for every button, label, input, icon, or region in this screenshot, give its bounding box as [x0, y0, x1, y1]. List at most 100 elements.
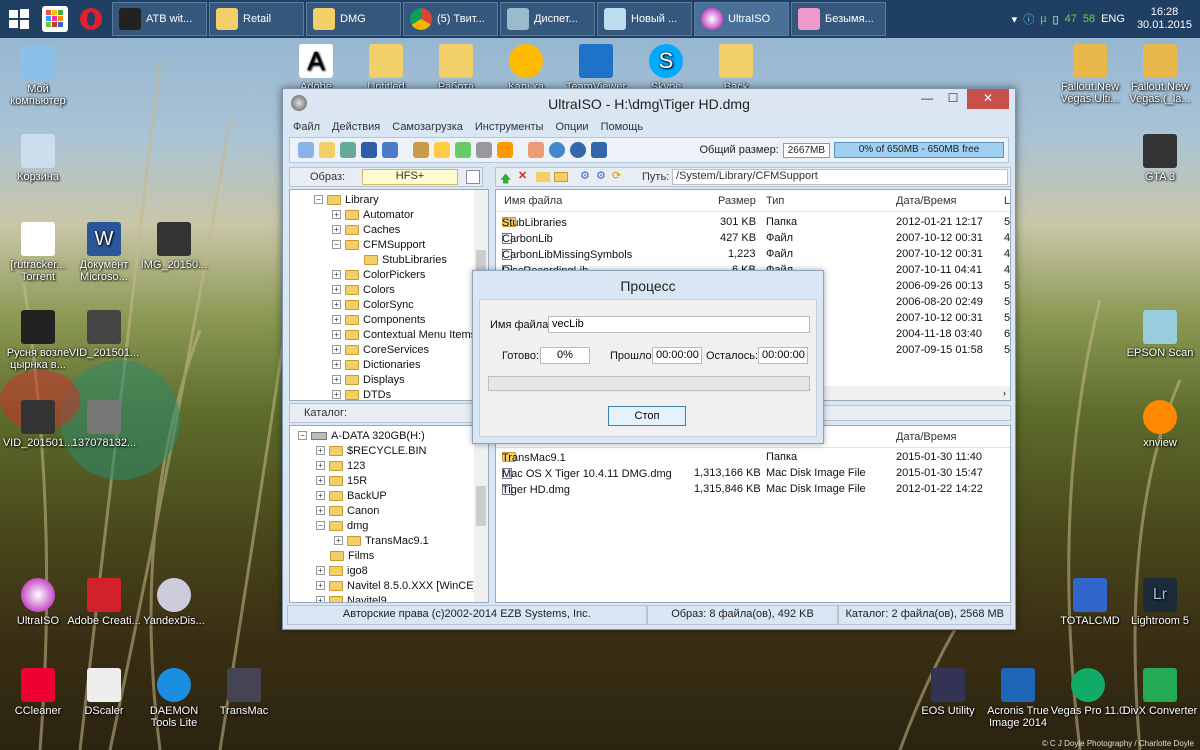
tree-item[interactable]: − dmg	[316, 518, 368, 533]
rename-icon[interactable]	[554, 172, 568, 182]
desktop-icon-recycle-bin[interactable]: Корзина	[0, 134, 76, 183]
tree-item[interactable]: + Canon	[316, 503, 379, 518]
taskbar-task-paint[interactable]: Безымя...	[791, 2, 886, 36]
menu-actions[interactable]: Действия	[332, 121, 380, 133]
tree-item[interactable]: StubLibraries	[364, 252, 447, 267]
tree-item[interactable]: + TransMac9.1	[334, 533, 429, 548]
language-indicator[interactable]: ENG	[1101, 13, 1125, 25]
tree-item[interactable]: + ColorSync	[332, 297, 414, 312]
tray-chevron-icon[interactable]: ▾	[1012, 13, 1018, 26]
desktop-icon-acronis[interactable]: Acronis True Image 2014	[980, 668, 1056, 729]
tree-item[interactable]: + Navitel9	[316, 593, 387, 602]
desktop-icon-torrent[interactable]: [rutracker... Torrent	[0, 222, 76, 283]
utorrent-icon[interactable]: µ	[1040, 13, 1046, 25]
desktop-icon-my-computer[interactable]: Мой компьютер	[0, 46, 76, 107]
virtual-drive-icon[interactable]	[497, 142, 513, 158]
desktop-icon-fallout-2[interactable]: Fallout.New Vegas.(_la...	[1122, 44, 1198, 105]
desktop-icon-totalcmd[interactable]: TOTALCMD	[1052, 578, 1128, 627]
tree-item[interactable]: +123	[316, 458, 365, 473]
file-row-selected[interactable]: Tiger HD.dmg 1,315,846 KB Mac Disk Image F…	[496, 482, 1010, 498]
close-button[interactable]: ✕	[967, 89, 1009, 109]
title-bar[interactable]: UltraISO - H:\dmg\Tiger HD.dmg — ☐ ✕	[283, 89, 1015, 117]
desktop-icon-ccleaner[interactable]: CCleaner	[0, 668, 76, 717]
desktop-icon-divx[interactable]: DivX Converter	[1122, 668, 1198, 717]
tree-item[interactable]: − CFMSupport	[332, 237, 425, 252]
opera-icon[interactable]	[76, 4, 106, 34]
burn-icon[interactable]	[413, 142, 429, 158]
menu-options[interactable]: Опции	[555, 121, 588, 133]
column-date[interactable]: Дата/Время	[896, 195, 957, 207]
file-row[interactable]: StubLibraries 301 KB Папка 2012-01-21 12:17…	[496, 215, 1010, 231]
new-icon[interactable]	[298, 142, 314, 158]
convert-icon[interactable]	[476, 142, 492, 158]
taskbar-task-atb[interactable]: ATB wit...	[112, 2, 207, 36]
tree-item[interactable]: Films	[330, 548, 374, 563]
tree-item[interactable]: + Displays	[332, 372, 405, 387]
desktop-icon-video-2[interactable]: VID_201501...	[66, 310, 142, 359]
menu-bootable[interactable]: Самозагрузка	[392, 121, 463, 133]
file-row[interactable]: CarbonLib 427 KB Файл 2007-10-12 00:31 4	[496, 231, 1010, 247]
file-row[interactable]: Mac OS X Tiger 10.4.11 DMG.dmg 1,313,166 …	[496, 466, 1010, 482]
desktop-icon-vegas-pro[interactable]: Vegas Pro 11.0	[1050, 668, 1126, 717]
image-properties-icon[interactable]	[466, 170, 480, 184]
tree-item[interactable]: + Colors	[332, 282, 395, 297]
tree-item-drive[interactable]: − A-DATA 320GB(H:)	[298, 428, 425, 443]
desktop-icon-skype[interactable]: S Skype	[628, 44, 704, 93]
column-date[interactable]: Дата/Время	[896, 431, 957, 443]
delete-icon[interactable]: ✕	[518, 169, 527, 182]
start-button[interactable]	[4, 4, 34, 34]
save-as-icon[interactable]	[382, 142, 398, 158]
column-l[interactable]: L	[1004, 195, 1010, 207]
desktop-icon-video-1[interactable]: Русня возле цырнка в...	[0, 310, 76, 371]
desktop-icon-kalka[interactable]: Калька	[488, 44, 564, 93]
new-folder-icon[interactable]	[536, 172, 550, 182]
info-icon[interactable]	[549, 142, 565, 158]
help-icon[interactable]	[570, 142, 586, 158]
taskbar-task-retail[interactable]: Retail	[209, 2, 304, 36]
path-field[interactable]: /System/Library/CFMSupport	[672, 169, 1008, 185]
options-icon[interactable]	[528, 142, 544, 158]
desktop-icon-video-3[interactable]: VID_201501...	[0, 400, 76, 449]
maximize-button[interactable]: ☐	[939, 89, 967, 109]
taskbar-task-chrome[interactable]: (5) Твит...	[403, 2, 498, 36]
desktop-icon-epson-scan[interactable]: EPSON Scan	[1122, 310, 1198, 359]
menu-tools[interactable]: Инструменты	[475, 121, 544, 133]
file-row[interactable]: CarbonLibMissingSymbols 1,223 Файл 2007-10-…	[496, 247, 1010, 263]
exit-icon[interactable]	[591, 142, 607, 158]
extract-icon[interactable]	[340, 142, 356, 158]
desktop-icon-gta3[interactable]: GTA 3	[1122, 134, 1198, 183]
desktop-icon-eos-utility[interactable]: EOS Utility	[910, 668, 986, 717]
desktop-icon-yandex-disk[interactable]: YandexDis...	[136, 578, 212, 627]
taskbar-task-taskmgr[interactable]: Диспет...	[500, 2, 595, 36]
refresh-icon[interactable]: ⟳	[612, 169, 621, 182]
image-type-field[interactable]: HFS+	[362, 169, 458, 185]
desktop-icon-teamviewer[interactable]: TeamViewer	[558, 44, 634, 93]
stop-button[interactable]: Стоп	[608, 406, 686, 426]
desktop-icon-adobe-creative[interactable]: Adobe Creati...	[66, 578, 142, 627]
desktop-icon-file-137[interactable]: 137078132...	[66, 400, 142, 449]
up-arrow-icon[interactable]: 🡅	[500, 170, 511, 189]
file-row[interactable]: TransMac9.1 Папка 2015-01-30 11:40	[496, 450, 1010, 466]
taskbar-task-dmg[interactable]: DMG	[306, 2, 401, 36]
column-size[interactable]: Размер	[718, 195, 756, 207]
tree-item[interactable]: + DTDs	[332, 387, 391, 400]
desktop-icon-fallout-1[interactable]: Fallout.New Vegas.Ulti...	[1052, 44, 1128, 105]
save-icon[interactable]	[361, 142, 377, 158]
gear-icon[interactable]: ⚙	[596, 169, 606, 182]
desktop-icon-word-doc[interactable]: W Документ Microso...	[66, 222, 142, 283]
desktop-icon-work[interactable]: Работа	[418, 44, 494, 93]
apps-grid-icon[interactable]	[42, 6, 68, 32]
scrollbar-thumb[interactable]	[476, 486, 486, 526]
desktop-icon-transmac[interactable]: TransMac	[206, 668, 282, 717]
minimize-button[interactable]: —	[913, 89, 941, 109]
tree-item[interactable]: − Library	[314, 192, 379, 207]
desktop-icon-img[interactable]: IMG_20150...	[136, 222, 212, 271]
tree-item[interactable]: + Contextual Menu Items	[332, 327, 476, 342]
tree-item[interactable]: + CoreServices	[332, 342, 429, 357]
desktop-icon-xnview[interactable]: xnview	[1122, 400, 1198, 449]
tree-scrollbar[interactable]	[474, 426, 488, 602]
clock[interactable]: 16:28 30.01.2015	[1137, 6, 1192, 32]
tree-item[interactable]: + Navitel 8.5.0.XXX [WinCE]	[316, 578, 477, 593]
tree-item[interactable]: +15R	[316, 473, 367, 488]
taskbar-task-new[interactable]: Новый ...	[597, 2, 692, 36]
